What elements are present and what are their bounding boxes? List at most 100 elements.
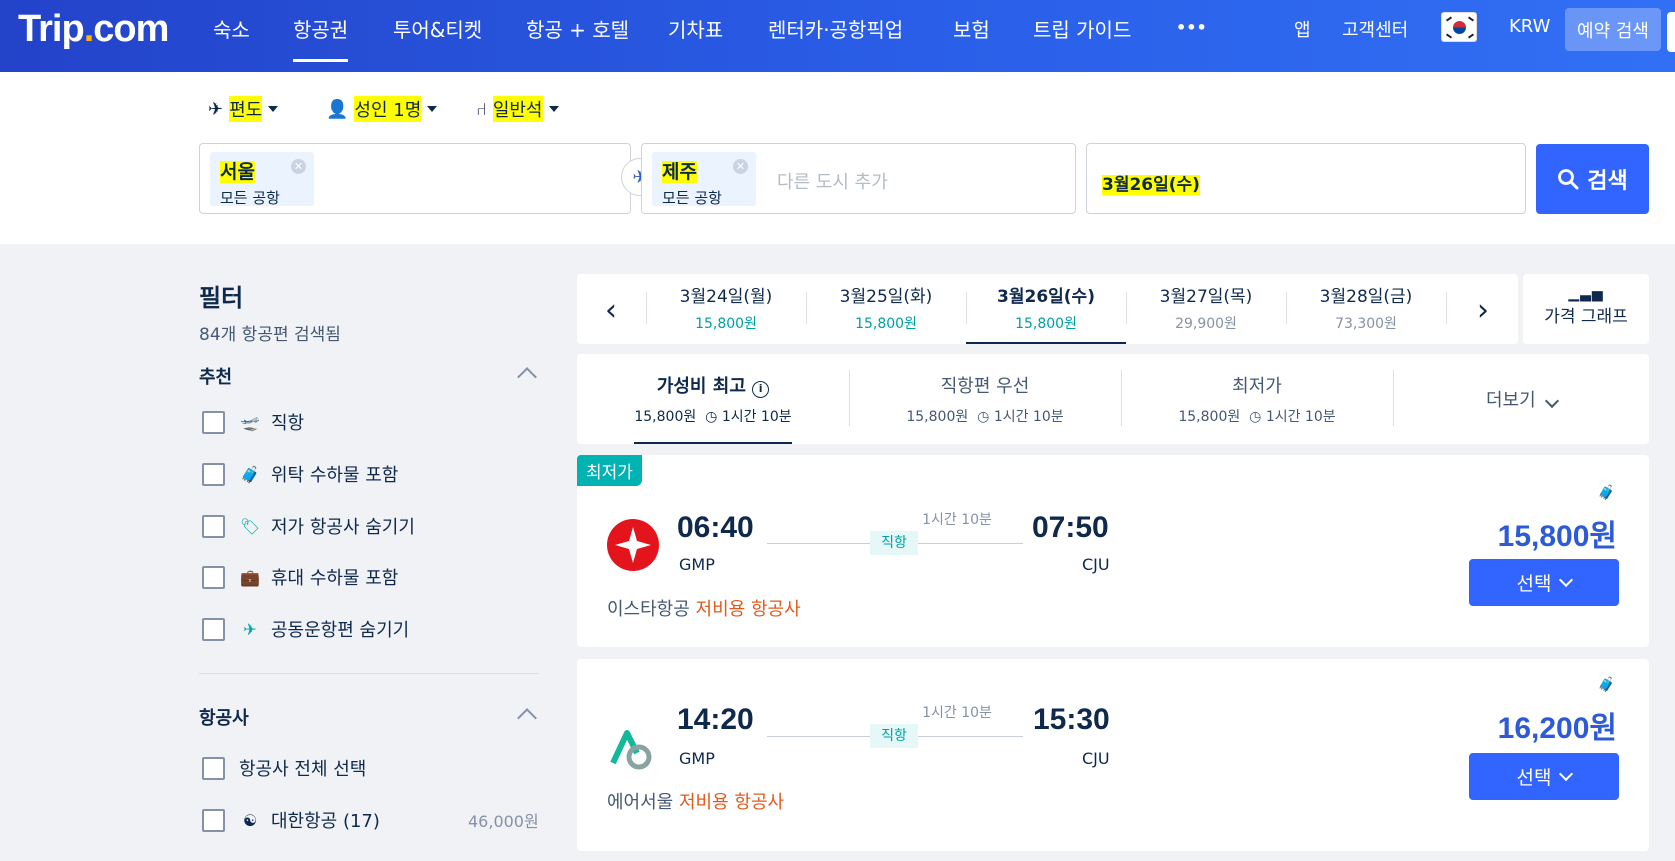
clock-icon: ◷ [977, 409, 990, 425]
tab-separator [1393, 370, 1394, 426]
plane-takeoff-icon: 🛫 [240, 412, 260, 432]
select-all-checkbox[interactable] [202, 756, 225, 780]
more-sort-button[interactable]: 더보기 [1486, 386, 1560, 412]
destination-chip[interactable]: 제주 모든 공항 ✕ [652, 152, 756, 207]
nav-tours[interactable]: 투어&티켓 [393, 14, 482, 54]
checked-baggage-checkbox[interactable] [202, 462, 225, 486]
search-button[interactable]: 검색 [1536, 144, 1649, 214]
tab-title: 최저가 [1232, 376, 1282, 397]
airline-label: 이스타항공 [607, 599, 690, 620]
tab-price: 15,800원 [906, 409, 969, 425]
cabin-label: 일반석 [492, 96, 543, 122]
nav-hotels[interactable]: 숙소 [213, 14, 250, 54]
hide-lcc-checkbox[interactable] [202, 514, 225, 538]
filter-label: 휴대 수하물 포함 [271, 568, 399, 589]
tab-price: 15,800원 [1178, 409, 1241, 425]
nav-insurance[interactable]: 보험 [953, 14, 990, 54]
date-option[interactable]: 3월24일(월) 15,800원 [646, 274, 806, 344]
nav-flight-hotel[interactable]: 항공 + 호텔 [526, 14, 629, 54]
filter-title: 필터 [199, 284, 244, 312]
collapse-recommended-icon[interactable] [517, 367, 537, 387]
tab-duration: 1시간 10분 [1265, 409, 1336, 425]
date-option-selected[interactable]: 3월26일(수) 15,800원 [966, 274, 1126, 344]
add-city-input[interactable]: 다른 도시 추가 [777, 168, 888, 194]
filter-hide-codeshare[interactable]: ✈ 공동운항편 숨기기 [202, 616, 409, 642]
departure-time: 06:40 [677, 511, 754, 544]
tab-cheapest[interactable]: 최저가 15,800원 ◷ 1시간 10분 [1121, 354, 1393, 444]
price-graph-button[interactable]: ▁▃▅ 가격 그래프 [1523, 274, 1649, 344]
hide-codeshare-checkbox[interactable] [202, 617, 225, 641]
direct-checkbox[interactable] [202, 410, 225, 434]
passengers-dropdown[interactable]: 👤 성인 1명 [326, 96, 438, 122]
currency-selector[interactable]: KRW [1509, 16, 1550, 37]
filter-label: 항공사 전체 선택 [239, 759, 367, 780]
date-label: 3월25일(화) [839, 287, 933, 307]
chevron-right-icon: › [1477, 292, 1489, 328]
filter-label: 직항 [271, 413, 305, 434]
flight-price: 15,800원 [1497, 520, 1617, 553]
account-button-edge[interactable] [1667, 12, 1675, 52]
filter-direct[interactable]: 🛫 직항 [202, 409, 304, 435]
tab-duration: 1시간 10분 [721, 409, 792, 425]
tab-title: 직항편 우선 [940, 376, 1030, 397]
origin-chip[interactable]: 서울 모든 공항 ✕ [210, 152, 314, 207]
date-option[interactable]: 3월25일(화) 15,800원 [806, 274, 966, 344]
date-price: 29,900원 [1175, 316, 1237, 332]
nav-more-icon[interactable]: ••• [1176, 18, 1207, 58]
select-label: 선택 [1516, 573, 1552, 595]
prev-dates-button[interactable]: ‹ [591, 290, 631, 330]
filter-checked-baggage[interactable]: 🧳 위탁 수하물 포함 [202, 461, 398, 487]
nav-trip-guide[interactable]: 트립 가이드 [1033, 14, 1131, 54]
collapse-airlines-icon[interactable] [517, 708, 537, 728]
nav-support[interactable]: 고객센터 [1342, 16, 1408, 42]
origin-field[interactable]: 서울 모든 공항 ✕ [199, 143, 631, 214]
date-label: 3월26일(수) [997, 287, 1095, 307]
my-bookings-button[interactable]: 예약 검색 [1565, 8, 1661, 51]
nav-trains[interactable]: 기차표 [668, 14, 723, 54]
arrival-airport: CJU [1082, 555, 1110, 574]
korea-flag-icon[interactable] [1441, 12, 1477, 42]
filter-hide-lcc[interactable]: 🏷 저가 항공사 숨기기 [202, 513, 415, 539]
nav-flights[interactable]: 항공권 [293, 14, 349, 62]
trip-logo[interactable]: Trip.com [18, 8, 169, 51]
remove-origin-icon[interactable]: ✕ [291, 159, 306, 174]
lcc-label: 저비용 항공사 [695, 599, 801, 620]
tab-best-value[interactable]: 가성비 최고 i 15,800원 ◷ 1시간 10분 [577, 354, 849, 444]
filter-airline-korean-air[interactable]: ☯ 대한항공 (17) [202, 807, 380, 833]
airline-label: 에어서울 [607, 792, 674, 813]
trip-type-dropdown[interactable]: ✈ 편도 [208, 96, 279, 122]
price-graph-label: 가격 그래프 [1544, 307, 1628, 327]
filter-select-all-airlines[interactable]: 항공사 전체 선택 [202, 755, 366, 781]
remove-destination-icon[interactable]: ✕ [733, 159, 748, 174]
air-seoul-logo-icon [607, 723, 659, 775]
departure-airport: GMP [679, 555, 715, 574]
date-price: 73,300원 [1335, 316, 1397, 332]
direct-badge: 직항 [870, 531, 918, 555]
chevron-down-icon [1559, 572, 1574, 588]
date-option[interactable]: 3월28일(금) 73,300원 [1286, 274, 1446, 344]
lowest-price-badge: 최저가 [577, 455, 642, 486]
select-button[interactable]: 선택 [1469, 753, 1619, 800]
filter-carry-on[interactable]: 💼 휴대 수하물 포함 [202, 564, 398, 590]
date-price: 15,800원 [1015, 316, 1077, 332]
select-button[interactable]: 선택 [1469, 559, 1619, 606]
next-dates-button[interactable]: › [1463, 290, 1503, 330]
carry-on-checkbox[interactable] [202, 565, 225, 589]
korean-air-checkbox[interactable] [202, 808, 225, 832]
date-option[interactable]: 3월27일(목) 29,900원 [1126, 274, 1286, 344]
date-price: 15,800원 [695, 316, 757, 332]
nav-app[interactable]: 앱 [1294, 16, 1311, 42]
search-icon [1558, 169, 1579, 190]
arrival-time: 15:30 [1033, 703, 1110, 736]
airline-name: 이스타항공 저비용 항공사 [607, 595, 801, 621]
flight-card[interactable]: 최저가 06:40 GMP 1시간 10분 직항 07:50 CJU 이스타항공… [577, 455, 1649, 647]
cabin-dropdown[interactable]: ⑁ 일반석 [476, 96, 559, 122]
trip-type-label: 편도 [229, 96, 263, 122]
lcc-label: 저비용 항공사 [678, 792, 785, 813]
date-price: 15,800원 [855, 316, 917, 332]
search-label: 검색 [1587, 169, 1628, 194]
nav-car-rental[interactable]: 렌터카·공항픽업 [768, 14, 903, 54]
tab-direct-first[interactable]: 직항편 우선 15,800원 ◷ 1시간 10분 [849, 354, 1121, 444]
flight-card[interactable]: 14:20 GMP 1시간 10분 직항 15:30 CJU 에어서울 저비용 … [577, 659, 1649, 851]
info-icon[interactable]: i [752, 381, 770, 398]
